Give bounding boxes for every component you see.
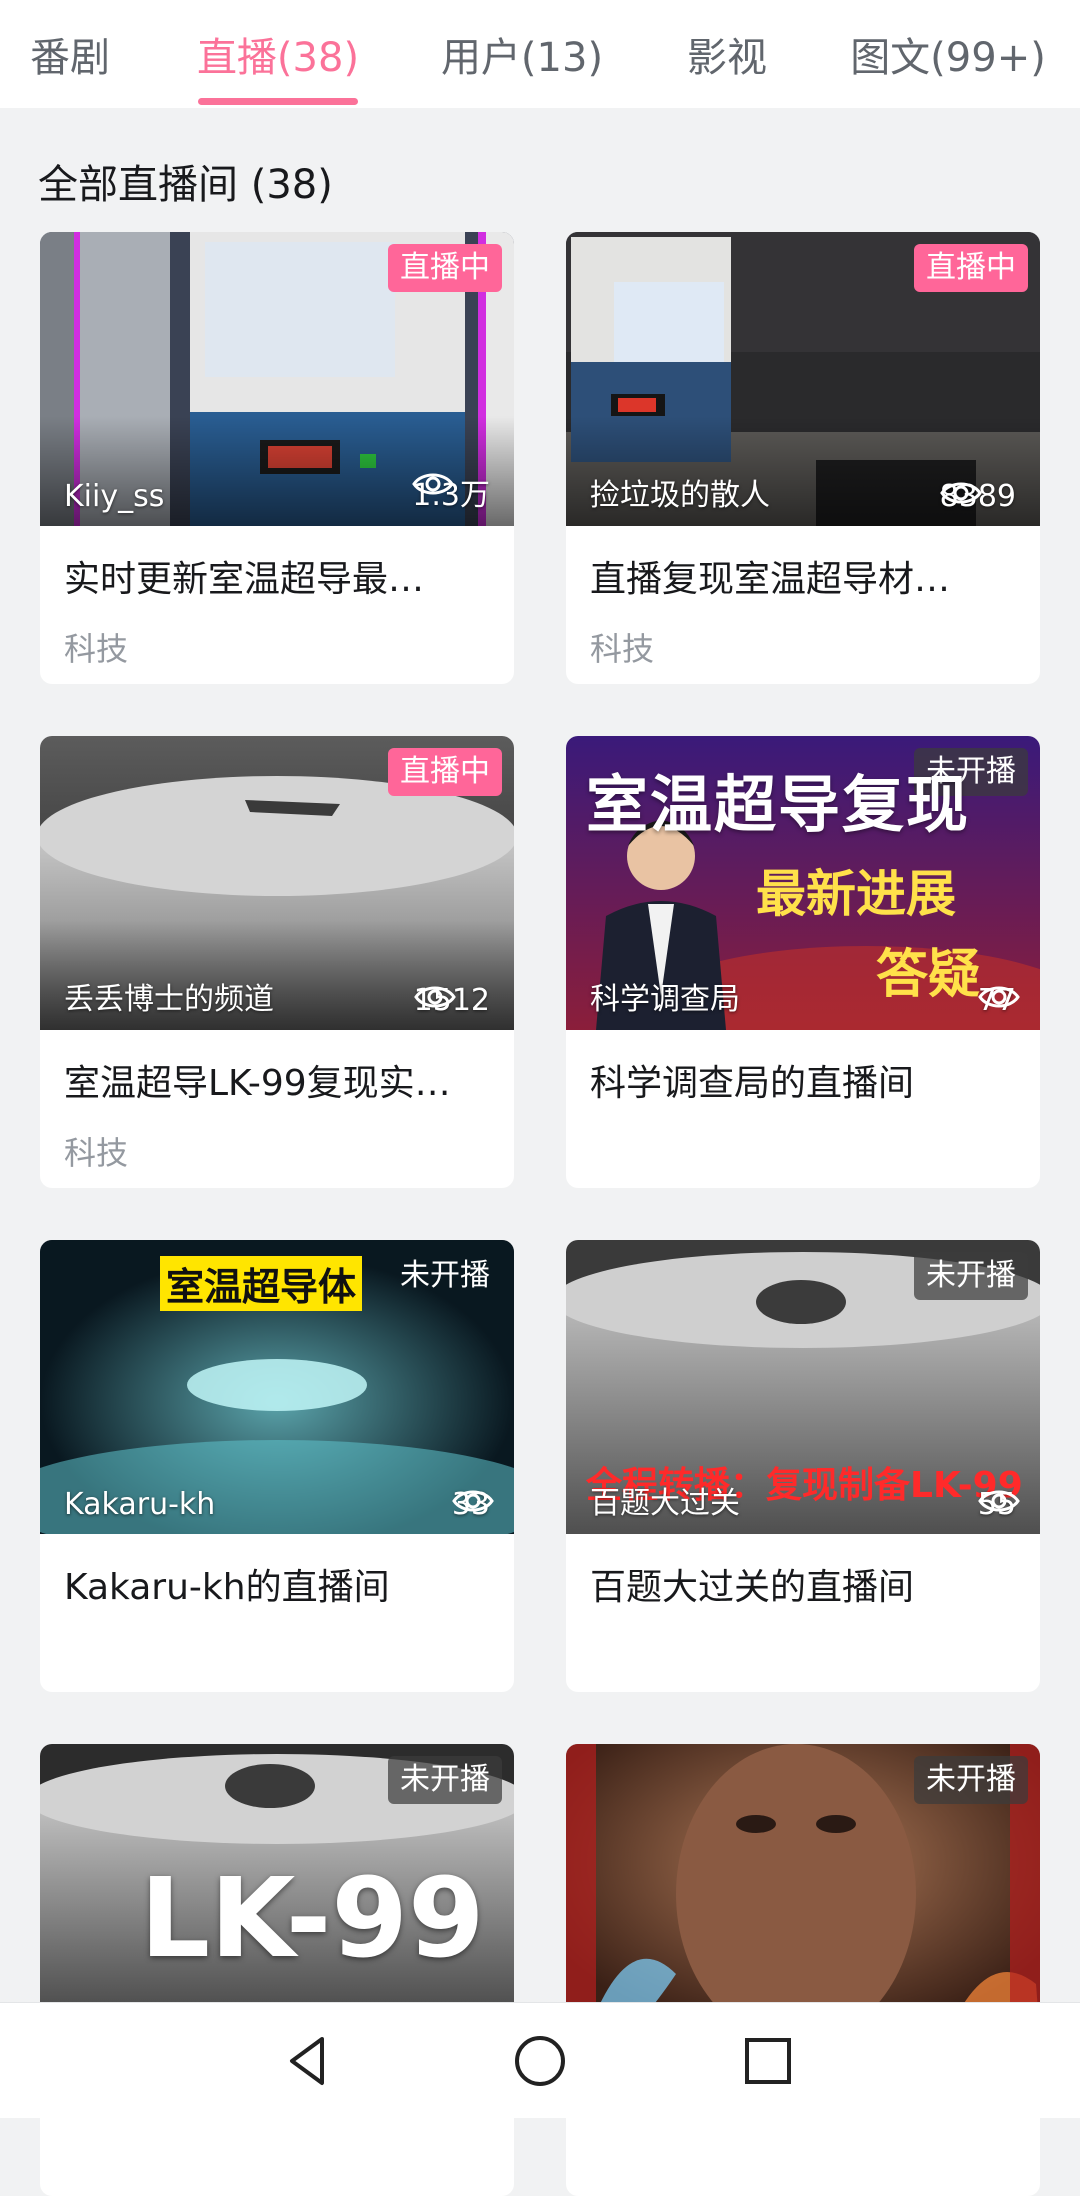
card-category: 科技 xyxy=(590,630,655,668)
card-category: 科技 xyxy=(64,1134,129,1172)
live-room-card[interactable]: 未开播 xyxy=(566,1744,1040,2196)
card-title: 实时更新室温超导最… xyxy=(64,559,425,600)
offline-status-badge: 未开播 xyxy=(914,1252,1028,1300)
view-count: 77 xyxy=(978,983,1020,1018)
tab-film[interactable]: 影视 xyxy=(672,0,782,108)
eye-icon xyxy=(412,473,455,495)
offline-status-badge: 未开播 xyxy=(914,1756,1028,1804)
offline-status-badge: 未开播 xyxy=(388,1756,502,1804)
card-thumbnail: 直播中 Kiiy_ss 1.3万 xyxy=(40,232,514,526)
card-title: Kakaru-kh的直播间 xyxy=(64,1567,390,1608)
tab-articles[interactable]: 图文(99+) xyxy=(848,0,1048,108)
tab-bangumi[interactable]: 番剧 xyxy=(0,0,140,108)
live-room-card[interactable]: 直播中 丢丢博士的频道 1512 室温超导LK-99复现实… 科技 xyxy=(40,736,514,1188)
card-thumbnail: 直播中 捡垃圾的散人 8389 xyxy=(566,232,1040,526)
home-icon[interactable] xyxy=(510,2031,570,2091)
view-count: 55 xyxy=(978,1487,1020,1522)
view-count: 1.3万 xyxy=(412,470,490,514)
live-status-badge: 直播中 xyxy=(914,244,1028,292)
eye-icon xyxy=(978,986,1020,1008)
eye-icon xyxy=(978,1490,1020,1512)
card-thumbnail: 直播中 丢丢博士的频道 1512 xyxy=(40,736,514,1030)
eye-icon xyxy=(413,986,456,1008)
live-room-card[interactable]: 直播中 Kiiy_ss 1.3万 实时更新室温超导最… 科技 xyxy=(40,232,514,684)
eye-icon xyxy=(939,482,982,504)
card-thumbnail: 未开播 室温超导复现 最新进展 答疑 科学调查局 77 xyxy=(566,736,1040,1030)
thumbnail-caption: 室温超导体 xyxy=(160,1256,363,1311)
back-icon[interactable] xyxy=(278,2031,338,2091)
uploader-name: 百题大过关 xyxy=(590,1486,740,1521)
live-status-badge: 直播中 xyxy=(388,244,502,292)
active-tab-indicator xyxy=(198,98,358,105)
card-title: 室温超导LK-99复现实… xyxy=(64,1063,451,1104)
card-title: 百题大过关的直播间 xyxy=(590,1567,915,1608)
offline-status-badge: 未开播 xyxy=(400,1258,490,1293)
thumbnail-caption: 答疑 xyxy=(876,945,981,1005)
thumbnail-caption: LK-99 xyxy=(140,1854,485,1982)
uploader-name: 科学调查局 xyxy=(590,982,740,1017)
tab-users[interactable]: 用户(13) xyxy=(430,0,614,108)
card-title: 科学调查局的直播间 xyxy=(590,1063,915,1104)
live-room-card[interactable]: 未开播 全程转播：复现制备LK-99 百题大过关 55 百题大过关的直播间 xyxy=(566,1240,1040,1692)
card-title: 直播复现室温超导材… xyxy=(590,559,951,600)
live-status-badge: 直播中 xyxy=(388,748,502,796)
system-nav-bar xyxy=(0,2002,1080,2118)
card-thumbnail: 未开播 LK-99 xyxy=(40,1744,514,2038)
live-room-card[interactable]: 未开播 LK-99 xyxy=(40,1744,514,2196)
uploader-name: Kiiy_ss xyxy=(64,479,165,514)
card-thumbnail: 室温超导体 未开播 Kakaru-kh 33 xyxy=(40,1240,514,1534)
view-count: 1512 xyxy=(413,983,490,1018)
card-thumbnail: 未开播 xyxy=(566,1744,1040,2038)
search-tabs: 番剧 直播(38) 用户(13) 影视 图文(99+) xyxy=(0,0,1080,108)
live-room-card[interactable]: 直播中 捡垃圾的散人 8389 直播复现室温超导材… 科技 xyxy=(566,232,1040,684)
thumbnail-caption: 室温超导复现 xyxy=(586,768,971,841)
uploader-name: 捡垃圾的散人 xyxy=(590,478,770,513)
live-room-card[interactable]: 未开播 室温超导复现 最新进展 答疑 科学调查局 77 科学调查局的直播间 xyxy=(566,736,1040,1188)
card-category: 科技 xyxy=(64,630,129,668)
uploader-name: Kakaru-kh xyxy=(64,1487,216,1522)
uploader-name: 丢丢博士的频道 xyxy=(64,982,274,1017)
view-count: 8389 xyxy=(939,479,1016,514)
section-title: 全部直播间 (38) xyxy=(38,162,333,208)
thumbnail-caption: 最新进展 xyxy=(756,865,956,923)
tab-live[interactable]: 直播(38) xyxy=(190,0,366,108)
live-room-card[interactable]: 室温超导体 未开播 Kakaru-kh 33 Kakaru-kh的直播间 xyxy=(40,1240,514,1692)
card-thumbnail: 未开播 全程转播：复现制备LK-99 百题大过关 55 xyxy=(566,1240,1040,1534)
recents-icon[interactable] xyxy=(738,2031,798,2091)
view-count: 33 xyxy=(452,1487,494,1522)
eye-icon xyxy=(452,1490,494,1512)
